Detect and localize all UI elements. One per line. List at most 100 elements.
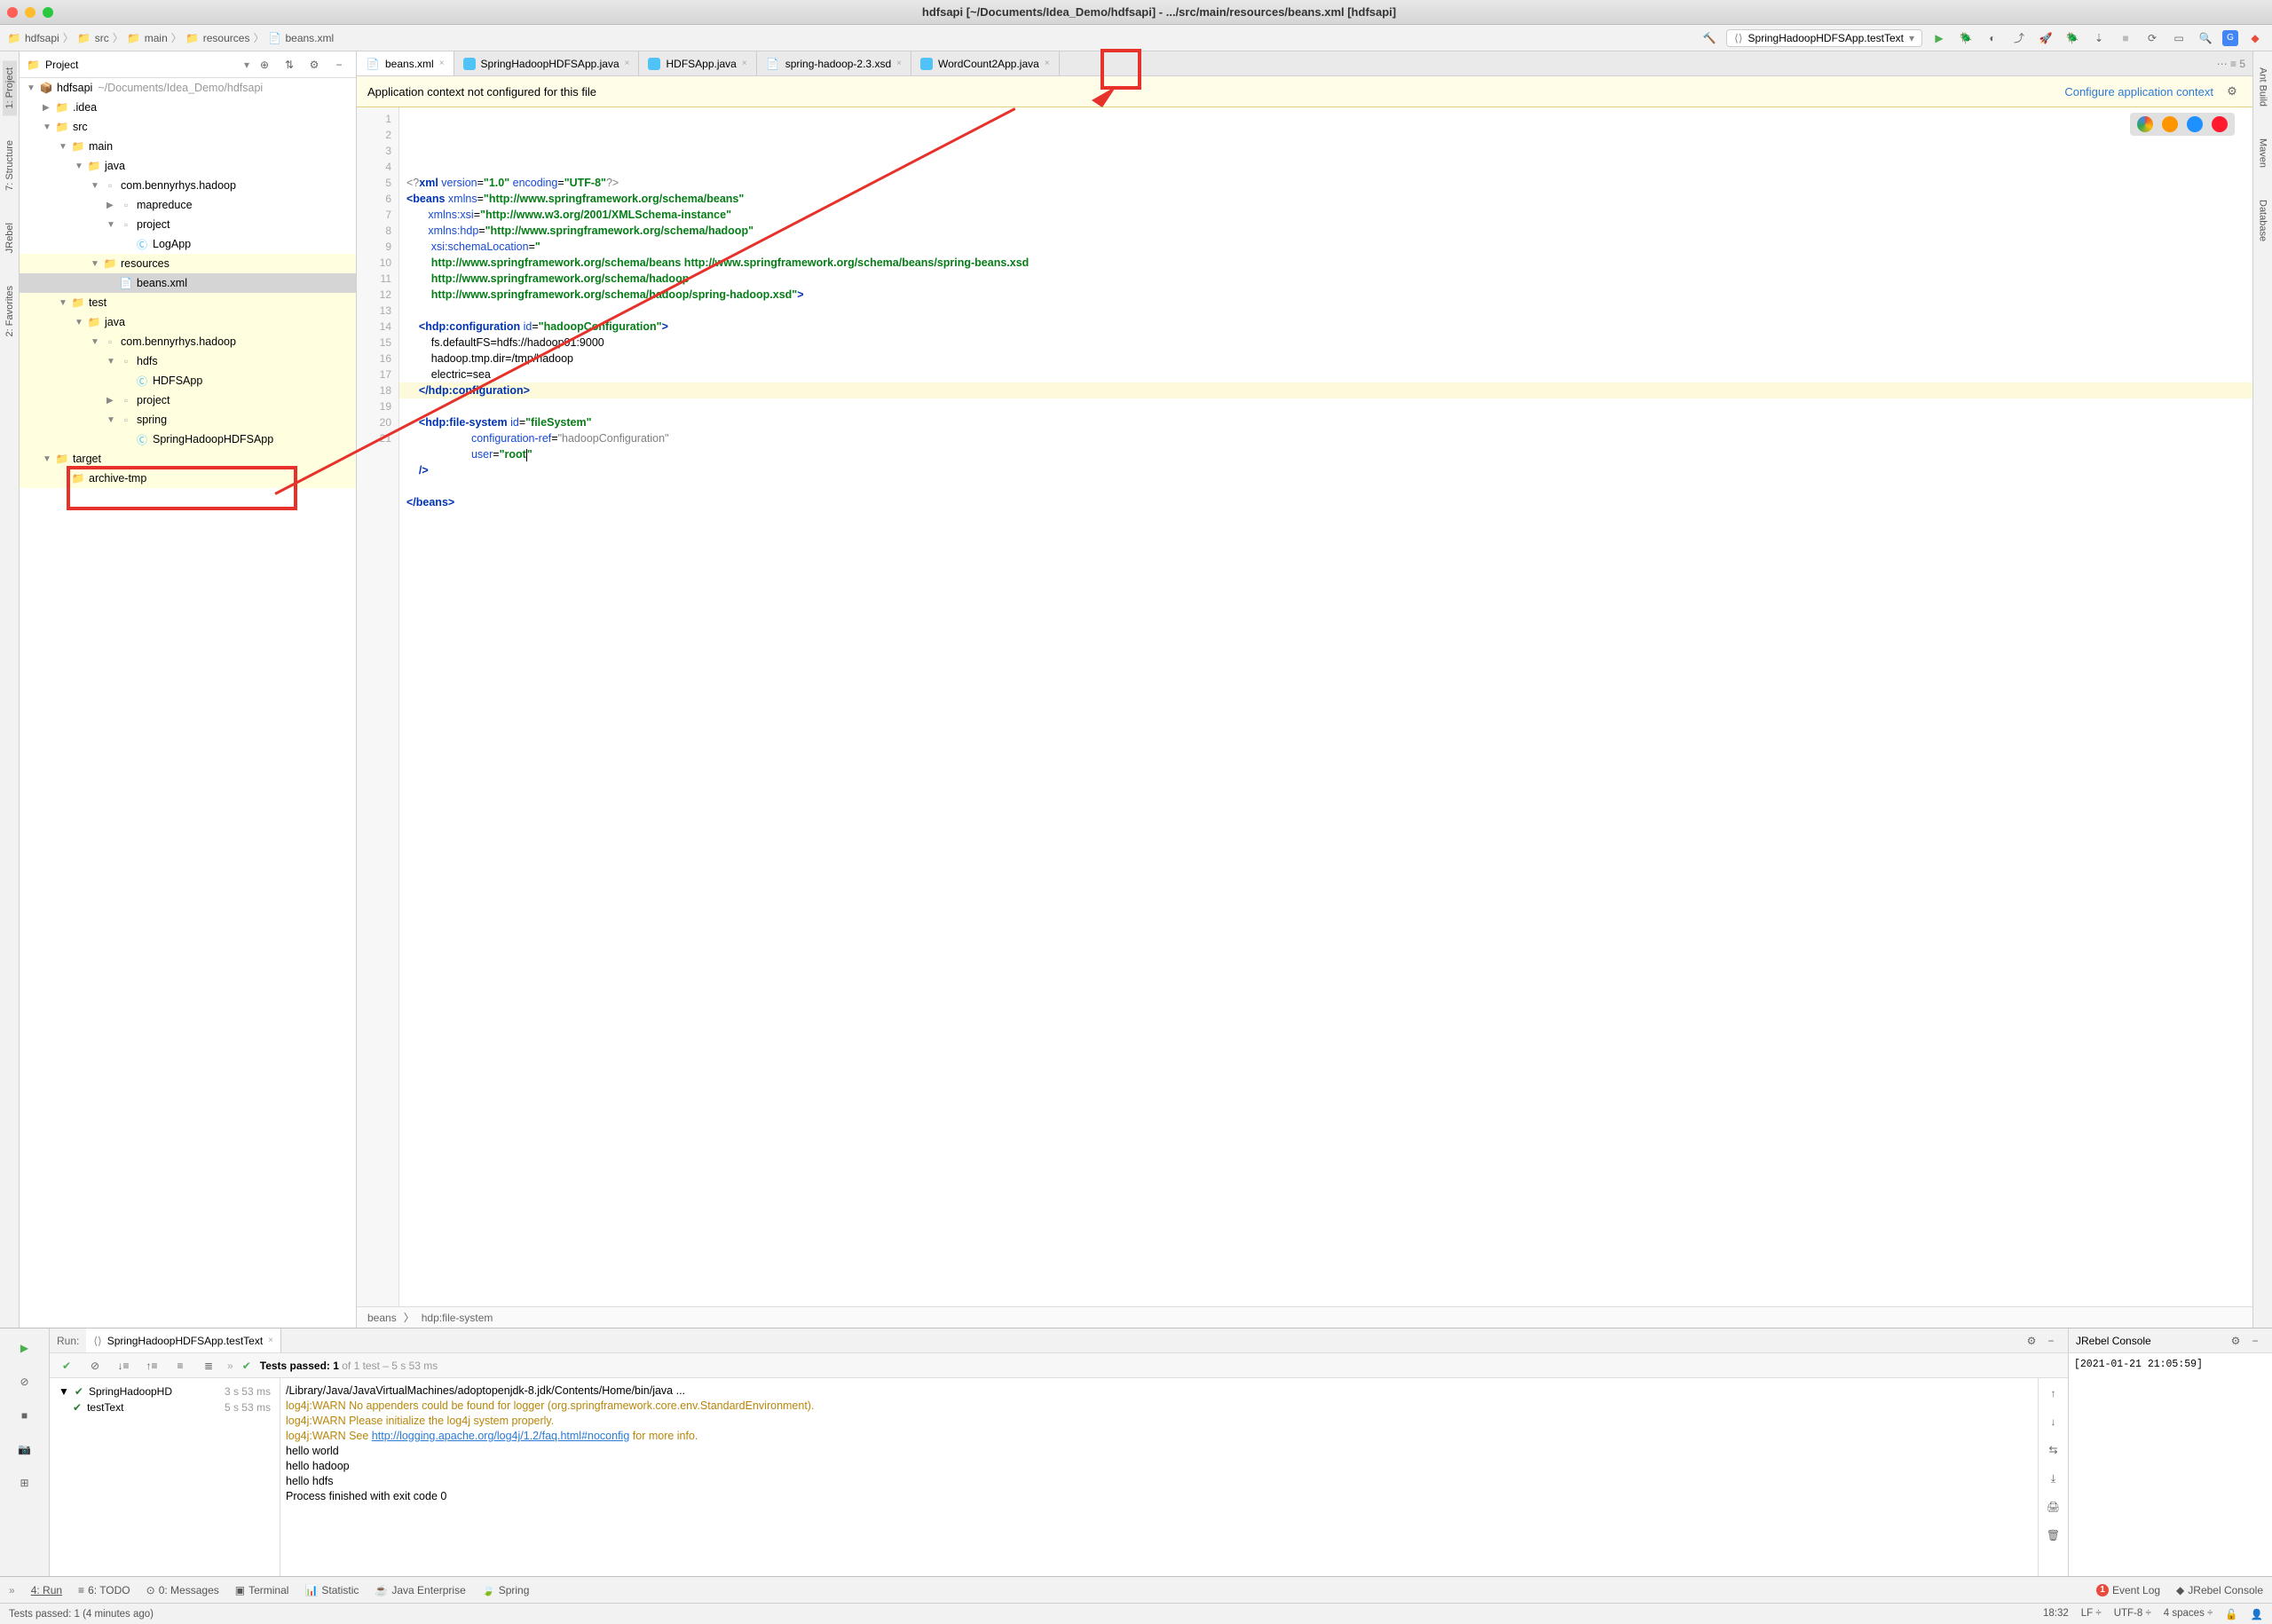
build-button[interactable]: 🔨 [1700, 28, 1719, 48]
run-button[interactable]: ▶ [1929, 28, 1949, 48]
expand-icon[interactable]: ⇅ [280, 55, 299, 75]
expand-icon[interactable]: ≡ [170, 1356, 190, 1376]
tool-java-ee[interactable]: ☕ Java Enterprise [375, 1584, 465, 1596]
close-tab-icon[interactable]: × [742, 59, 747, 68]
tool-spring[interactable]: 🍃 Spring [482, 1584, 530, 1596]
profile-button[interactable]: ⤴ [2009, 28, 2029, 48]
run-tab[interactable]: ⟨⟩SpringHadoopHDFSApp.testText× [86, 1328, 281, 1352]
side-tab-project[interactable]: 1: Project [3, 60, 17, 115]
tool-jrebel-console[interactable]: ◆ JRebel Console [2176, 1584, 2263, 1596]
tree-node-java[interactable]: ▼📁java [20, 156, 356, 176]
maximize-window-button[interactable] [43, 7, 53, 18]
tree-node-src[interactable]: ▼📁src [20, 117, 356, 137]
stop-run-button[interactable]: ■ [12, 1403, 37, 1428]
opera-icon[interactable] [2212, 116, 2228, 132]
update-button[interactable]: ⟳ [2142, 28, 2162, 48]
dump-button[interactable]: 📷 [12, 1437, 37, 1462]
tree-node-mapreduce[interactable]: ▶▫mapreduce [20, 195, 356, 215]
test-tree[interactable]: ▼✔SpringHadoopHD3 s 53 ms ✔testText5 s 5… [50, 1378, 280, 1576]
debug-button[interactable]: 🪲 [1956, 28, 1976, 48]
sort-icon[interactable]: ↓≡ [114, 1356, 133, 1376]
tree-node-SpringHadoopHDFSApp[interactable]: ⒸSpringHadoopHDFSApp [20, 430, 356, 449]
chrome-icon[interactable] [2137, 116, 2153, 132]
tree-node-resources[interactable]: ▼📁resources [20, 254, 356, 273]
breadcrumb-seg[interactable]: 📁src [77, 31, 109, 45]
search-button[interactable]: 🔍 [2196, 28, 2215, 48]
toggle-button[interactable]: ⊘ [12, 1369, 37, 1394]
scroll-down-icon[interactable]: ↓ [2044, 1412, 2063, 1431]
stop-button[interactable]: ■ [2116, 28, 2135, 48]
jrebel-run-icon[interactable]: 🚀 [2036, 28, 2055, 48]
close-tab-icon[interactable]: × [439, 59, 445, 68]
tree-node-beans-xml[interactable]: 📄beans.xml [20, 273, 356, 293]
editor-tab[interactable]: 📄beans.xml× [357, 51, 454, 75]
breadcrumb-seg[interactable]: 📄beans.xml [267, 31, 334, 45]
close-tab-icon[interactable]: × [896, 59, 902, 68]
console-link[interactable]: http://logging.apache.org/log4j/1.2/faq.… [372, 1430, 630, 1442]
status-indent[interactable]: 4 spaces ÷ [2164, 1608, 2213, 1620]
side-tab-structure[interactable]: 7: Structure [3, 133, 17, 198]
tree-node-project[interactable]: ▶▫project [20, 390, 356, 410]
sort-icon[interactable]: ↑≡ [142, 1356, 162, 1376]
test-ok-icon[interactable]: ✔ [57, 1356, 76, 1376]
print-icon[interactable]: 🖨 [2044, 1497, 2063, 1517]
breadcrumb-seg[interactable]: 📁hdfsapi [7, 31, 59, 45]
tree-node-spring[interactable]: ▼▫spring [20, 410, 356, 430]
run-settings-icon[interactable]: ⚙ [2022, 1331, 2041, 1351]
tree-node-hdfsapi[interactable]: ▼📦hdfsapi~/Documents/Idea_Demo/hdfsapi [20, 78, 356, 98]
collapse-icon[interactable]: ≣ [199, 1356, 218, 1376]
close-tab-icon[interactable]: × [1045, 59, 1050, 68]
close-tab-icon[interactable]: × [625, 59, 630, 68]
tree-node-com-bennyrhys-hadoop[interactable]: ▼▫com.bennyrhys.hadoop [20, 332, 356, 351]
settings-icon[interactable]: ⚙ [304, 55, 324, 75]
side-tab-jrebel[interactable]: JRebel [3, 216, 17, 260]
test-case-row[interactable]: ✔testText5 s 53 ms [55, 1399, 274, 1415]
attach-icon[interactable]: ⇣ [2089, 28, 2109, 48]
tree-node-test[interactable]: ▼📁test [20, 293, 356, 312]
editor-tab[interactable]: 📄spring-hadoop-2.3.xsd× [757, 51, 911, 75]
tool-terminal[interactable]: ▣ Terminal [235, 1584, 289, 1596]
scroll-end-icon[interactable]: ⤓ [2044, 1469, 2063, 1488]
project-tree[interactable]: ▼📦hdfsapi~/Documents/Idea_Demo/hdfsapi▶📁… [20, 78, 356, 1328]
locate-icon[interactable]: ⊕ [255, 55, 274, 75]
run-config-selector[interactable]: ⟨⟩SpringHadoopHDFSApp.testText▾ [1726, 29, 1922, 47]
tool-statistic[interactable]: 📊 Statistic [304, 1584, 359, 1596]
status-lock-icon[interactable]: 🔓 [2225, 1608, 2237, 1620]
safari-icon[interactable] [2187, 116, 2203, 132]
console-output[interactable]: /Library/Java/JavaVirtualMachines/adopto… [280, 1378, 2038, 1576]
close-window-button[interactable] [7, 7, 18, 18]
tool-run[interactable]: 4: Run [31, 1584, 62, 1596]
status-cursor[interactable]: 18:32 [2043, 1608, 2069, 1620]
tool-messages[interactable]: ⊙ 0: Messages [146, 1584, 219, 1596]
status-line-sep[interactable]: LF ÷ [2081, 1608, 2102, 1620]
side-tab-database[interactable]: Database [2256, 193, 2270, 248]
tree-node-main[interactable]: ▼📁main [20, 137, 356, 156]
coverage-button[interactable]: ◐ [1983, 28, 2002, 48]
layout-button[interactable]: ⊞ [12, 1470, 37, 1495]
side-tab-maven[interactable]: Maven [2256, 131, 2270, 175]
editor-tab[interactable]: CWordCount2App.java× [911, 51, 1060, 75]
notification-settings-icon[interactable]: ⚙ [2222, 82, 2242, 101]
translate-icon[interactable]: G [2222, 30, 2238, 46]
hide-icon[interactable]: − [329, 55, 349, 75]
firefox-icon[interactable] [2162, 116, 2178, 132]
tool-event-log[interactable]: 1 Event Log [2096, 1584, 2160, 1596]
tree-node-target[interactable]: ▼📁target [20, 449, 356, 469]
tree-node-hdfs[interactable]: ▼▫hdfs [20, 351, 356, 371]
tree-node-com-bennyrhys-hadoop[interactable]: ▼▫com.bennyrhys.hadoop [20, 176, 356, 195]
jrebel-settings-icon[interactable]: ⚙ [2226, 1331, 2245, 1351]
test-suite-row[interactable]: ▼✔SpringHadoopHD3 s 53 ms [55, 1384, 274, 1399]
jrebel-hide-icon[interactable]: − [2245, 1331, 2265, 1351]
status-inspect-icon[interactable]: 👤 [2251, 1608, 2263, 1620]
jrebel-icon[interactable]: ◆ [2245, 28, 2265, 48]
editor-tab[interactable]: CHDFSApp.java× [639, 51, 756, 75]
tree-node-LogApp[interactable]: ⒸLogApp [20, 234, 356, 254]
tree-node-project[interactable]: ▼▫project [20, 215, 356, 234]
editor-tab[interactable]: CSpringHadoopHDFSApp.java× [454, 51, 640, 75]
clear-icon[interactable]: 🗑 [2044, 1525, 2063, 1545]
layout-button[interactable]: ▭ [2169, 28, 2189, 48]
notification-link[interactable]: Configure application context [2064, 85, 2213, 99]
code-editor[interactable]: 💡 <?xml version=<?xml version="1.0" enco… [399, 107, 2252, 1306]
scroll-up-icon[interactable]: ↑ [2044, 1384, 2063, 1403]
side-tab-favorites[interactable]: 2: Favorites [3, 279, 17, 343]
